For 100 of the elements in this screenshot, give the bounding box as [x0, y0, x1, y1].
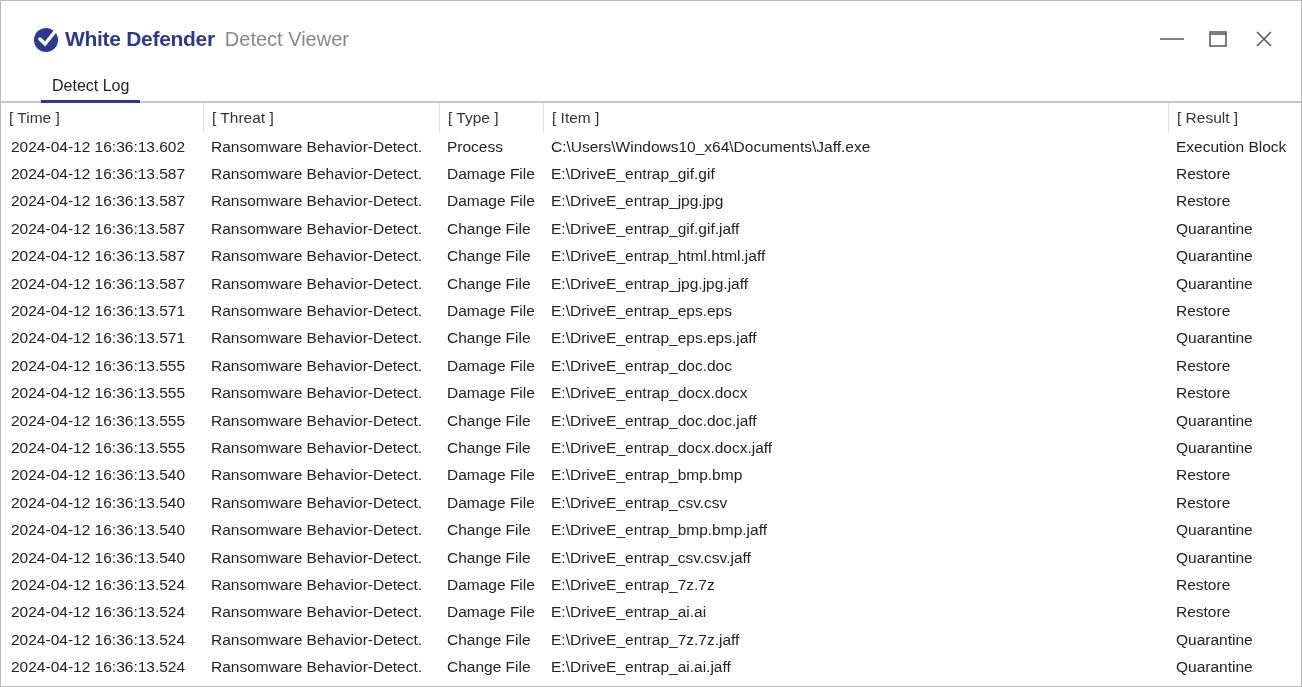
table-cell-text: E:\DriveE_entrap_ai.ai.jaff — [550, 657, 732, 678]
table-cell-text: 2024-04-12 16:36:13.540 — [10, 465, 187, 486]
table-cell-text: Change File — [446, 273, 532, 294]
table-cell-text: 2024-04-12 16:36:13.524 — [10, 574, 187, 595]
table-cell-text: 2024-04-12 16:36:13.587 — [10, 246, 187, 267]
table-cell-text: E:\DriveE_entrap_7z.7z — [550, 574, 716, 595]
column-header[interactable]: [ Time ] — [1, 103, 203, 133]
table-cell-text: E:\DriveE_entrap_eps.eps — [550, 301, 733, 322]
table-cell-text: Quarantine — [1175, 273, 1254, 294]
table-cell-text: Damage File — [446, 164, 536, 185]
table-cell-text: E:\DriveE_entrap_docx.docx.jaff — [550, 438, 774, 458]
table-cell-text: E:\DriveE_entrap_doc.doc — [550, 355, 733, 376]
table-cell-text: Ransomware Behavior-Detect. — [210, 301, 424, 322]
table-cell-text: Damage File — [446, 574, 536, 595]
table-cell-text: Damage File — [446, 383, 536, 404]
table-cell-text: Damage File — [446, 355, 536, 376]
table-cell-text: Change File — [446, 218, 532, 239]
table-cell-text: Ransomware Behavior-Detect. — [210, 218, 424, 239]
table-cell-text: Ransomware Behavior-Detect. — [210, 602, 424, 623]
table-cell-text: Quarantine — [1175, 410, 1254, 431]
table-cell-text: 2024-04-12 16:36:13.555 — [10, 410, 187, 431]
table-cell-text: Quarantine — [1175, 438, 1254, 458]
checkmark-logo-icon — [33, 25, 61, 53]
table-cell-text: Quarantine — [1175, 328, 1254, 349]
table-cell-text: Restore — [1175, 301, 1232, 322]
close-icon — [1256, 31, 1272, 47]
table-cell-text: 2024-04-12 16:36:13.540 — [10, 547, 187, 568]
table-cell-text: 2024-04-12 16:36:13.587 — [10, 273, 187, 294]
table-cell-text: Ransomware Behavior-Detect. — [210, 136, 424, 157]
table-cell-text: E:\DriveE_entrap_ai.ai — [550, 602, 708, 623]
table-cell-text: Ransomware Behavior-Detect. — [210, 328, 424, 349]
table-cell-text: Ransomware Behavior-Detect. — [210, 520, 424, 541]
table-cell-text: Damage File — [446, 465, 536, 486]
table-cell-text: E:\DriveE_entrap_gif.gif — [550, 164, 716, 185]
table-cell-text: 2024-04-12 16:36:13.540 — [10, 520, 187, 541]
table-cell-text: E:\DriveE_entrap_doc.doc.jaff — [550, 410, 758, 431]
column-header[interactable]: [ Threat ] — [203, 103, 439, 133]
table-cell-text: E:\DriveE_entrap_docx.docx — [550, 383, 749, 404]
table-cell-text: Change File — [446, 547, 532, 568]
table-cell-text: 2024-04-12 16:36:13.571 — [10, 301, 187, 322]
tab[interactable]: Detect Log — [41, 71, 141, 103]
table-cell-text: Quarantine — [1175, 218, 1254, 239]
table-cell-text: Ransomware Behavior-Detect. — [210, 574, 424, 595]
table-cell-text: Damage File — [446, 191, 536, 212]
table-cell-text: E:\DriveE_entrap_csv.csv — [550, 492, 729, 513]
table-cell-text: E:\DriveE_entrap_jpg.jpg.jaff — [550, 273, 750, 294]
table-cell-text: Ransomware Behavior-Detect. — [210, 191, 424, 212]
brand-name: White Defender — [65, 27, 215, 51]
minimize-icon — [1160, 38, 1184, 40]
table-cell-text: E:\DriveE_entrap_jpg.jpg — [550, 191, 725, 212]
table-cell-text: E:\DriveE_entrap_html.html.jaff — [550, 246, 767, 267]
table-cell-text: Change File — [446, 438, 532, 458]
table-cell-text: Change File — [446, 328, 532, 349]
table-cell-text: Ransomware Behavior-Detect. — [210, 355, 424, 376]
table-cell-text: 2024-04-12 16:36:13.602 — [10, 136, 187, 157]
table-cell-text: Ransomware Behavior-Detect. — [210, 383, 424, 404]
column-header[interactable]: [ Result ] — [1168, 103, 1301, 133]
table-cell-text: Change File — [446, 657, 532, 678]
table-cell-text: Restore — [1175, 383, 1232, 404]
table-cell-text: E:\DriveE_entrap_gif.gif.jaff — [550, 218, 741, 239]
table-cell-text: 2024-04-12 16:36:13.555 — [10, 383, 187, 404]
table-cell-text: Quarantine — [1175, 657, 1254, 678]
table-cell-text: Restore — [1175, 164, 1232, 185]
table-cell-text: C:\Users\Windows10_x64\Documents\Jaff.exe — [550, 136, 872, 157]
maximize-icon — [1209, 31, 1227, 47]
table-cell-text: Ransomware Behavior-Detect. — [210, 657, 424, 678]
table-cell-text: Damage File — [446, 602, 536, 623]
table-cell-text: E:\DriveE_entrap_eps.eps.jaff — [550, 328, 758, 349]
table-cell-text: Quarantine — [1175, 547, 1254, 568]
table-cell-text: Ransomware Behavior-Detect. — [210, 164, 424, 185]
table-cell-text: 2024-04-12 16:36:13.524 — [10, 602, 187, 623]
table-cell-text: Ransomware Behavior-Detect. — [210, 273, 424, 294]
table-cell-text: E:\DriveE_entrap_7z.7z.jaff — [550, 629, 741, 650]
table-cell-text: 2024-04-12 16:36:13.587 — [10, 164, 187, 185]
table-cell-text: Restore — [1175, 492, 1232, 513]
table-cell-text: Restore — [1175, 465, 1232, 486]
table-cell-text: 2024-04-12 16:36:13.555 — [10, 438, 187, 458]
table-cell-text: Restore — [1175, 602, 1232, 623]
column-header[interactable]: [ Type ] — [439, 103, 543, 133]
table-cell-text: Damage File — [446, 492, 536, 513]
table-cell-text: E:\DriveE_entrap_bmp.bmp — [550, 465, 744, 486]
table-cell-text: 2024-04-12 16:36:13.524 — [10, 629, 187, 650]
table-cell-text: Quarantine — [1175, 246, 1254, 267]
table-cell-text: Change File — [446, 520, 532, 541]
table-cell-text: Ransomware Behavior-Detect. — [210, 547, 424, 568]
table-cell-text: Process — [446, 136, 504, 157]
table-cell-text: 2024-04-12 16:36:13.587 — [10, 218, 187, 239]
table-cell-text: Ransomware Behavior-Detect. — [210, 246, 424, 267]
window-title: Detect Viewer — [224, 27, 349, 51]
table-cell-text: Change File — [446, 410, 532, 431]
table-cell-text: Ransomware Behavior-Detect. — [210, 465, 424, 486]
table-cell-text: E:\DriveE_entrap_csv.csv.jaff — [550, 547, 752, 568]
table-cell-text: 2024-04-12 16:36:13.587 — [10, 191, 187, 212]
table-cell-text: Restore — [1175, 355, 1232, 376]
table-cell-text: Restore — [1175, 574, 1232, 595]
table-cell-text: Ransomware Behavior-Detect. — [210, 629, 424, 650]
table-cell-text: E:\DriveE_entrap_bmp.bmp.jaff — [550, 520, 768, 541]
table-cell-text: Change File — [446, 629, 532, 650]
table-cell-text: 2024-04-12 16:36:13.555 — [10, 355, 187, 376]
column-header[interactable]: [ Item ] — [543, 103, 1168, 133]
